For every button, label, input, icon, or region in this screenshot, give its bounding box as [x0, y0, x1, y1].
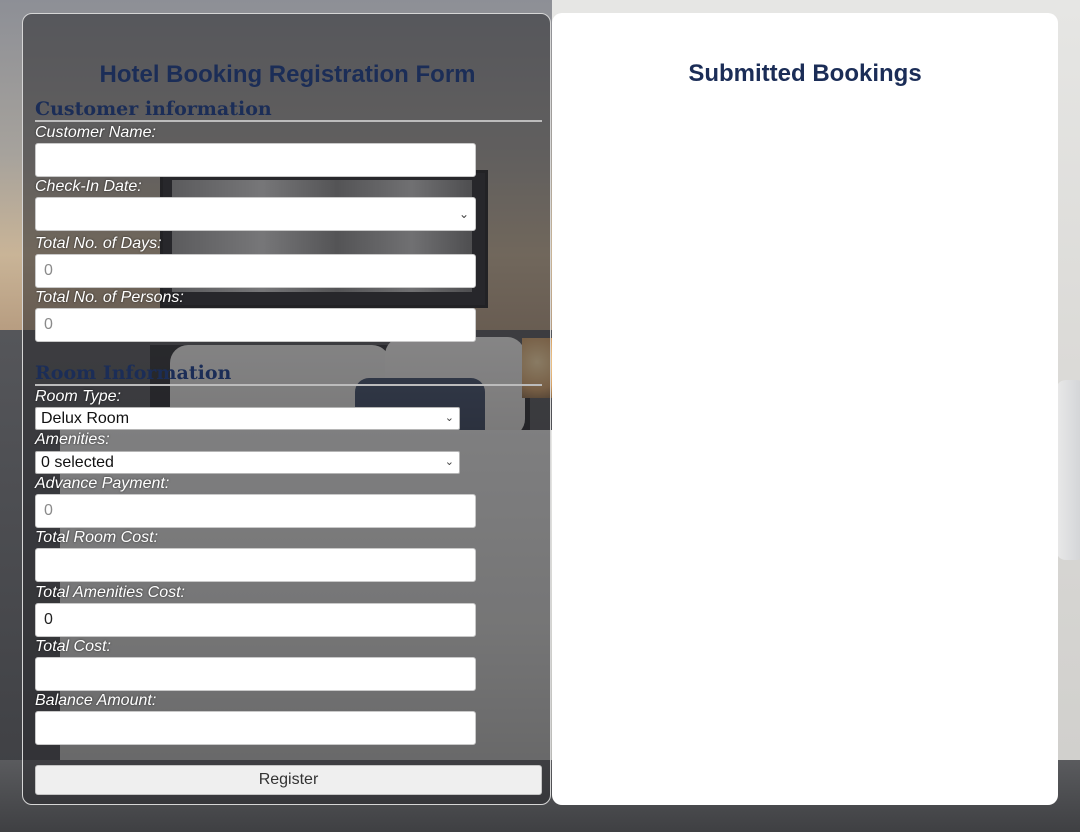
chevron-down-icon: ⌄	[444, 412, 454, 424]
total-amenities-cost-label: Total Amenities Cost:	[35, 584, 185, 601]
balance-amount-input[interactable]	[35, 711, 476, 745]
submitted-bookings-panel: Submitted Bookings	[552, 13, 1058, 805]
total-persons-label: Total No. of Persons:	[35, 289, 184, 306]
form-title: Hotel Booking Registration Form	[99, 61, 476, 88]
submitted-bookings-title: Submitted Bookings	[688, 60, 922, 87]
customer-name-label: Customer Name:	[35, 124, 156, 141]
balance-amount-label: Balance Amount:	[35, 692, 157, 709]
total-days-input[interactable]: 0	[35, 254, 476, 288]
room-type-value: Delux Room	[41, 410, 130, 427]
customer-info-heading: Customer information	[35, 98, 542, 122]
chevron-down-icon: ⌄	[444, 456, 454, 468]
chevron-down-icon: ⌄	[458, 207, 469, 221]
checkin-date-select[interactable]: ⌄	[35, 197, 476, 231]
total-cost-label: Total Cost:	[35, 638, 111, 655]
room-type-select[interactable]: Delux Room ⌄	[35, 407, 460, 430]
room-info-heading: Room Information	[35, 362, 542, 386]
advance-payment-label: Advance Payment:	[35, 475, 170, 492]
total-days-label: Total No. of Days:	[35, 235, 162, 252]
total-amenities-cost-input[interactable]: 0	[35, 603, 476, 637]
customer-name-input[interactable]	[35, 143, 476, 177]
amenities-label: Amenities:	[35, 431, 110, 448]
amenities-value: 0 selected	[41, 454, 114, 471]
register-button[interactable]: Register	[35, 765, 542, 795]
total-cost-input[interactable]	[35, 657, 476, 691]
checkin-date-label: Check-In Date:	[35, 178, 142, 195]
amenities-select[interactable]: 0 selected ⌄	[35, 451, 460, 474]
total-room-cost-label: Total Room Cost:	[35, 529, 159, 546]
room-type-label: Room Type:	[35, 388, 121, 405]
booking-form-panel: Hotel Booking Registration Form Customer…	[22, 13, 551, 805]
total-persons-input[interactable]: 0	[35, 308, 476, 342]
total-room-cost-input[interactable]	[35, 548, 476, 582]
advance-payment-input[interactable]: 0	[35, 494, 476, 528]
